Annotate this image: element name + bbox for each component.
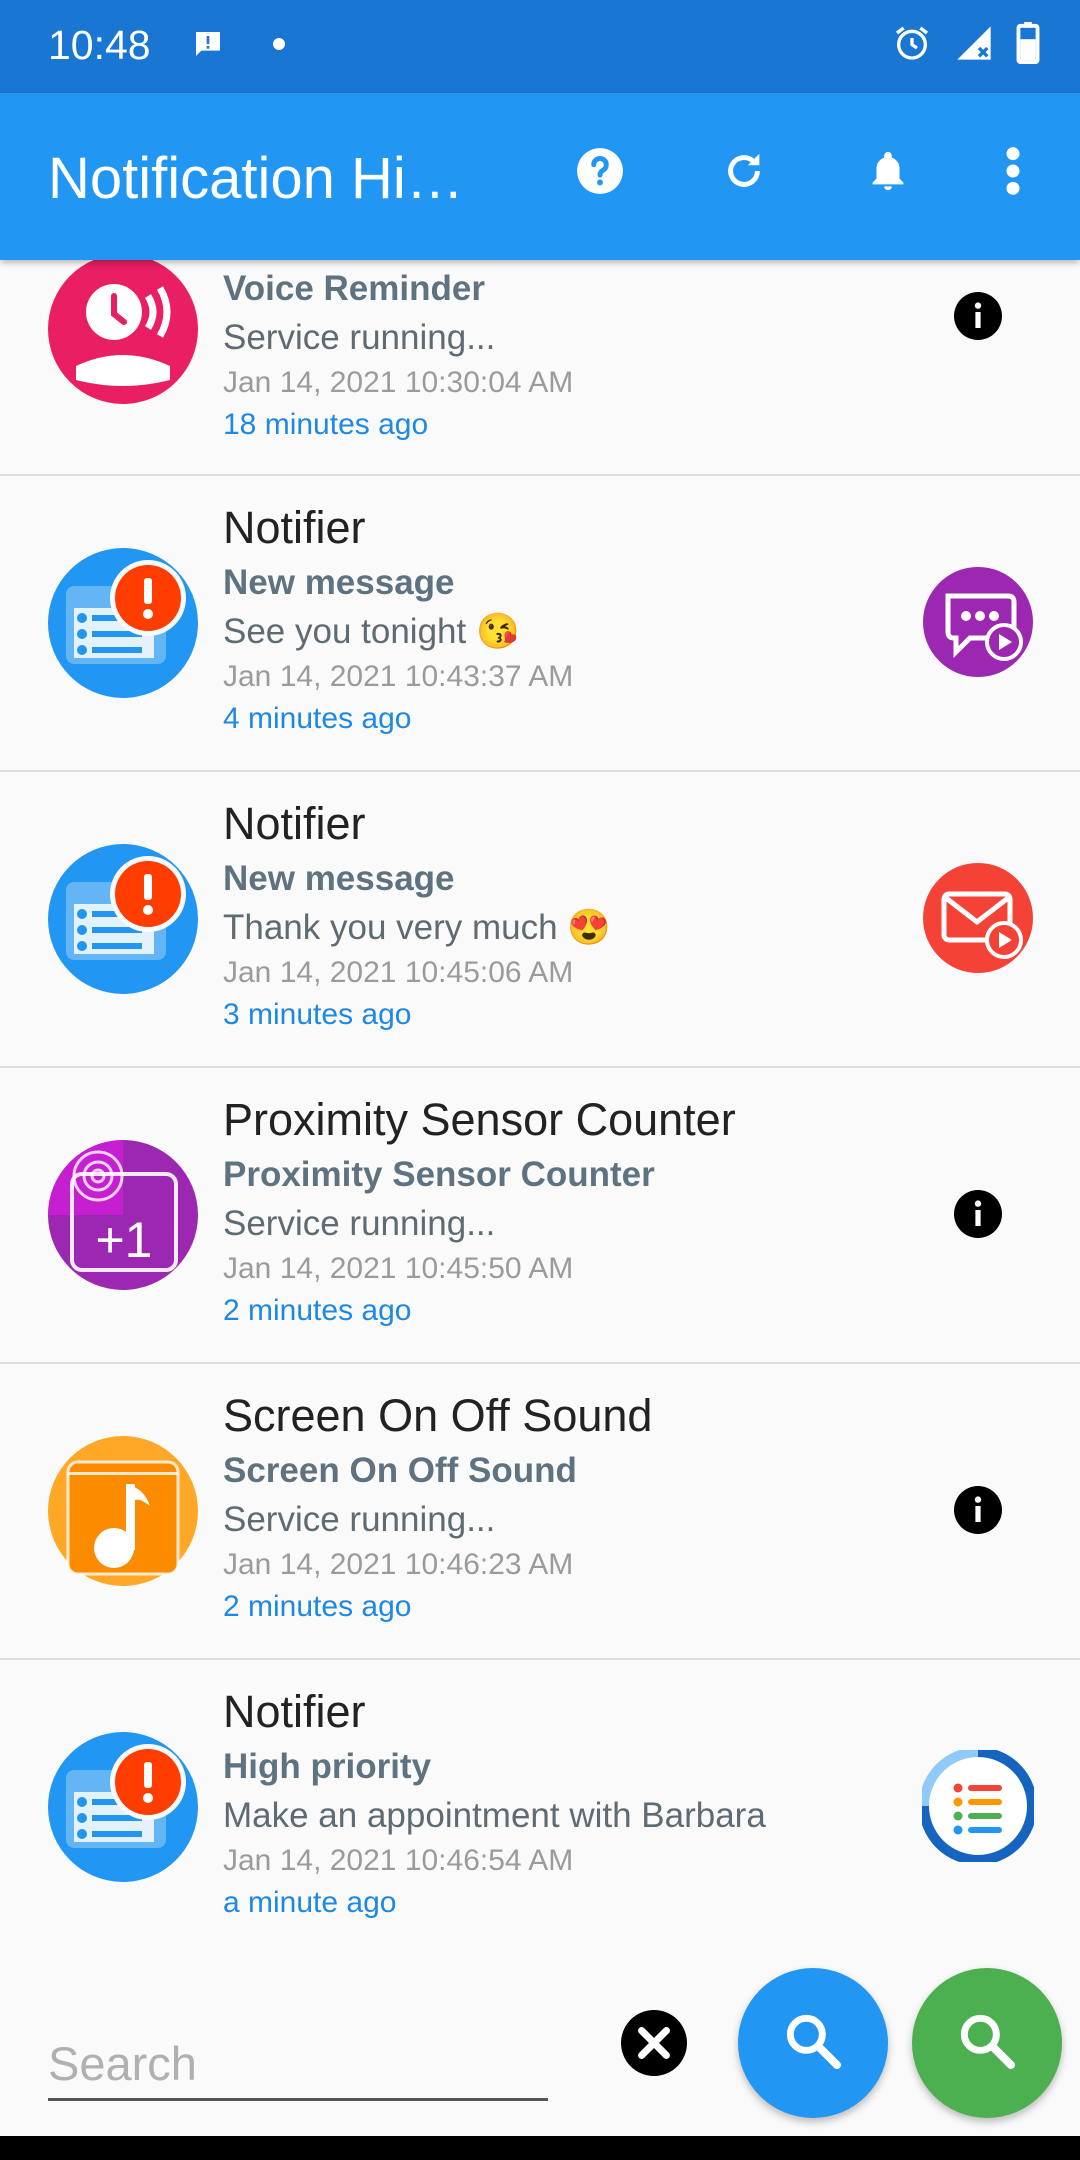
notification-app-name: Screen On Off Sound [223,1390,653,1441]
notification-title: High priority [223,1747,432,1786]
proximity-counter-icon: +1 [48,1140,198,1290]
notification-relative-time: 2 minutes ago [223,1590,412,1623]
help-icon [575,146,625,201]
task-list-icon [919,1746,1037,1867]
list-item[interactable]: Notifier New message See you tonight 😘 J… [0,476,1080,772]
alarm-icon [892,23,932,68]
list-item[interactable]: +1 Proximity Sensor Counter Proximity Se… [0,1068,1080,1364]
notification-title: Proximity Sensor Counter [223,1155,655,1194]
notification-text: Service running... [223,318,496,357]
status-time: 10:48 [48,22,151,68]
list-item[interactable]: Voice Reminder Service running... Jan 14… [0,260,1080,476]
info-icon [954,1189,1002,1243]
list-item[interactable]: Notifier New message Thank you very much… [0,772,1080,1068]
mail-video-button[interactable] [922,862,1034,979]
page-title: Notification History Log [48,146,488,211]
notification-title: Voice Reminder [223,269,485,308]
notification-date: Jan 14, 2021 10:30:04 AM [223,366,574,399]
battery-icon [1016,22,1040,69]
notification-text: Service running... [223,1204,496,1243]
notification-app-name: Notifier [223,1686,366,1737]
notifications-button[interactable] [848,133,928,213]
svg-text:+1: +1 [95,1212,152,1268]
app-bar: Notification History Log [0,93,1080,260]
notification-relative-time: 3 minutes ago [223,998,412,1031]
notifier-icon [48,548,198,698]
music-note-icon [48,1436,198,1586]
clear-search-button[interactable] [621,2010,687,2076]
list-item[interactable]: Screen On Off Sound Screen On Off Sound … [0,1364,1080,1660]
search-icon [955,2009,1019,2078]
notification-date: Jan 14, 2021 10:45:50 AM [223,1252,574,1285]
notification-title: New message [223,859,455,898]
notifier-icon [48,1732,198,1882]
list-item[interactable]: Notifier High priority Make an appointme… [0,1660,1080,1940]
notification-text: Make an appointment with Barbara [223,1796,766,1835]
more-options-button[interactable] [973,133,1053,213]
close-icon [621,2010,687,2080]
notification-app-name: Notifier [223,502,366,553]
refresh-icon [721,148,767,199]
message-notification-icon [192,28,224,65]
search-icon [781,2009,845,2078]
help-button[interactable] [560,133,640,213]
task-list-button[interactable] [919,1746,1037,1867]
info-button[interactable] [922,262,1034,374]
info-button[interactable] [922,1456,1034,1568]
notification-title: Screen On Off Sound [223,1451,577,1490]
info-icon [954,291,1002,345]
navigation-bar [0,2136,1080,2160]
notification-app-name: Notifier [223,798,366,849]
signal-icon [954,23,994,68]
filter-search-button[interactable] [912,1968,1062,2118]
notification-text: See you tonight 😘 [223,612,520,651]
search-bar [0,1940,1080,2140]
info-icon [954,1485,1002,1539]
chat-video-icon [922,566,1034,683]
mail-video-icon [922,862,1034,979]
search-button[interactable] [738,1968,888,2118]
info-button[interactable] [922,1160,1034,1272]
chat-video-button[interactable] [922,566,1034,683]
notification-text: Service running... [223,1500,496,1539]
more-vert-icon [1003,145,1023,202]
notifier-icon [48,844,198,994]
dot-icon [272,37,286,56]
notification-title: New message [223,563,455,602]
notification-relative-time: a minute ago [223,1886,397,1919]
notification-list[interactable]: Voice Reminder Service running... Jan 14… [0,260,1080,1940]
notification-text: Thank you very much 😍 [223,908,611,947]
notification-relative-time: 4 minutes ago [223,702,412,735]
voice-reminder-icon [48,260,198,404]
status-bar: 10:48 [0,0,1080,93]
notification-date: Jan 14, 2021 10:46:54 AM [223,1844,574,1877]
notification-relative-time: 2 minutes ago [223,1294,412,1327]
notification-date: Jan 14, 2021 10:46:23 AM [223,1548,574,1581]
notification-app-name: Proximity Sensor Counter [223,1094,736,1145]
notification-date: Jan 14, 2021 10:45:06 AM [223,956,574,989]
search-input[interactable] [48,2028,548,2101]
refresh-button[interactable] [704,133,784,213]
notification-date: Jan 14, 2021 10:43:37 AM [223,660,574,693]
notification-relative-time: 18 minutes ago [223,408,429,441]
bell-icon [865,148,911,199]
